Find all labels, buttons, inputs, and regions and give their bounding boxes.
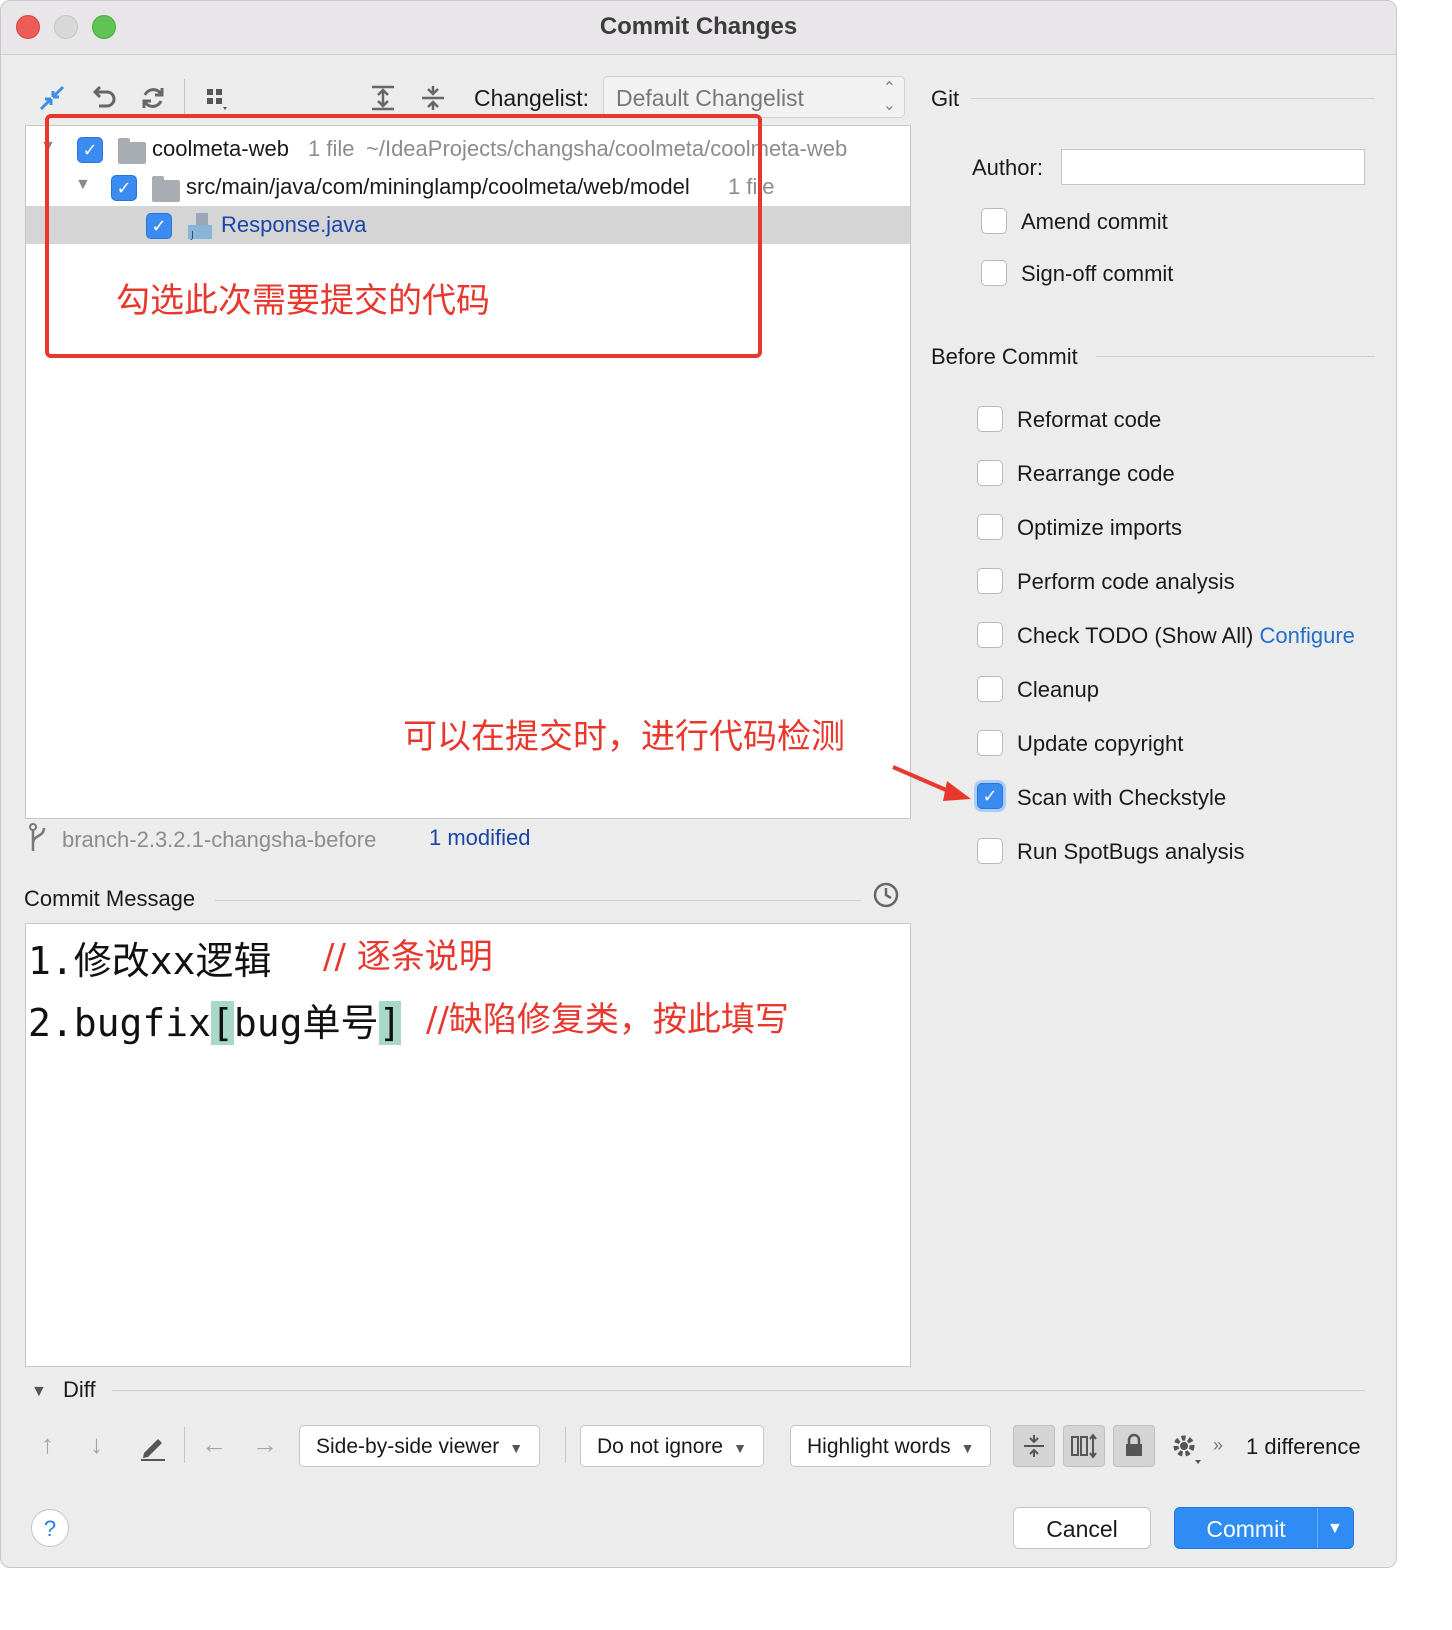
- commit-message-input[interactable]: 1.修改xx逻辑 2.bugfix[bug单号]: [25, 923, 911, 1367]
- line-2-close-bracket: ]: [378, 1001, 402, 1045]
- diff-collapse-triangle-icon[interactable]: ▼: [31, 1383, 47, 1401]
- configure-todo-link[interactable]: Configure: [1260, 623, 1355, 648]
- commit-button[interactable]: Commit ▼: [1174, 1507, 1354, 1549]
- cleanup-label: Cleanup: [1017, 677, 1099, 702]
- window-title: Commit Changes: [599, 13, 798, 40]
- expand-all-icon[interactable]: [366, 81, 400, 115]
- author-label: Author:: [972, 155, 1043, 180]
- cleanup-checkbox[interactable]: [977, 676, 1003, 702]
- reformat-code-checkbox[interactable]: [977, 406, 1003, 432]
- check-todo-label: Check TODO (Show All) Configure: [1017, 623, 1355, 649]
- changelist-dropdown[interactable]: Default Changelist ⌃ ⌄: [603, 76, 905, 118]
- previous-difference-icon[interactable]: ↑: [41, 1429, 54, 1460]
- collapse-unchanged-icon[interactable]: [1013, 1425, 1055, 1467]
- branch-status-row: branch-2.3.2.1-changsha-before 1 modifie…: [25, 821, 911, 857]
- sync-scroll-icon[interactable]: [1063, 1425, 1105, 1467]
- rollback-icon[interactable]: [87, 81, 121, 115]
- commit-message-divider: [215, 900, 861, 901]
- chevron-down-icon: ▼: [733, 1440, 747, 1456]
- annotation-arrow-icon: [892, 765, 971, 801]
- line-2-middle: bug单号: [233, 1001, 379, 1045]
- commit-changes-window: Commit Changes Changelist: Default Chang…: [0, 0, 1397, 1568]
- back-icon[interactable]: ←: [201, 1429, 227, 1460]
- commit-history-clock-icon[interactable]: [872, 881, 900, 909]
- diff-section-title: Diff: [63, 1377, 96, 1402]
- optimize-imports-label: Optimize imports: [1017, 515, 1183, 540]
- commit-button-divider: [1317, 1508, 1318, 1548]
- next-difference-icon[interactable]: ↓: [90, 1429, 103, 1460]
- viewer-mode-dropdown[interactable]: Side-by-side viewer ▼: [299, 1425, 541, 1467]
- more-options-icon[interactable]: »: [1213, 1435, 1223, 1456]
- commit-message-label: Commit Message: [24, 886, 196, 911]
- refresh-icon[interactable]: [136, 81, 170, 115]
- signoff-commit-checkbox[interactable]: [981, 260, 1007, 286]
- line-2-prefix: 2.bugfix: [28, 1001, 212, 1045]
- highlight-mode-dropdown[interactable]: Highlight words ▼: [790, 1425, 992, 1467]
- gear-icon[interactable]: [1169, 1431, 1203, 1465]
- modified-count-link[interactable]: 1 modified: [429, 825, 531, 851]
- optimize-imports-checkbox[interactable]: [977, 514, 1003, 540]
- annotation-code-check: 可以在提交时，进行代码检测: [403, 717, 845, 757]
- changelist-label: Changelist:: [474, 85, 590, 111]
- diff-toolbar-separator: [565, 1427, 566, 1463]
- line-2-open-bracket: [: [211, 1001, 234, 1045]
- highlight-mode-value: Highlight words: [807, 1435, 951, 1458]
- lock-icon[interactable]: [1113, 1425, 1155, 1467]
- show-diff-icon[interactable]: [35, 81, 69, 115]
- group-by-icon[interactable]: [199, 81, 233, 115]
- difference-count: 1 difference: [1246, 1434, 1361, 1459]
- collapse-all-icon[interactable]: [416, 81, 450, 115]
- chevron-down-icon: ▼: [960, 1440, 975, 1456]
- edit-source-icon[interactable]: [138, 1431, 168, 1461]
- select-arrows-icon: ⌃ ⌄: [882, 80, 896, 114]
- diff-toolbar-separator: [184, 1427, 185, 1463]
- run-spotbugs-checkbox[interactable]: [977, 838, 1003, 864]
- commit-button-label: Commit: [1206, 1516, 1286, 1542]
- rearrange-code-checkbox[interactable]: [977, 460, 1003, 486]
- line-1-text: 1.修改xx逻辑: [28, 939, 272, 983]
- git-section-divider: [971, 98, 1375, 99]
- annotation-message-note-2: //缺陷修复类，按此填写: [426, 1000, 789, 1040]
- perform-code-analysis-checkbox[interactable]: [977, 568, 1003, 594]
- viewer-mode-value: Side-by-side viewer: [316, 1435, 500, 1458]
- perform-code-analysis-label: Perform code analysis: [1017, 569, 1235, 594]
- scan-checkstyle-checkbox[interactable]: ✓: [977, 783, 1003, 809]
- before-commit-divider: [1096, 356, 1375, 357]
- annotation-select-code: 勾选此次需要提交的代码: [116, 281, 490, 321]
- author-input[interactable]: [1061, 149, 1365, 185]
- git-section-title: Git: [931, 86, 960, 111]
- commit-options-chevron-icon[interactable]: ▼: [1327, 1520, 1343, 1538]
- branch-icon: [29, 823, 46, 851]
- changelist-value: Default Changelist: [616, 85, 804, 111]
- reformat-code-label: Reformat code: [1017, 407, 1162, 432]
- rearrange-code-label: Rearrange code: [1017, 461, 1175, 486]
- chevron-down-icon: ▼: [509, 1440, 524, 1456]
- toolbar-separator: [184, 79, 185, 115]
- amend-commit-label: Amend commit: [1021, 209, 1168, 234]
- title-bar: Commit Changes: [1, 1, 1396, 55]
- update-copyright-label: Update copyright: [1017, 731, 1184, 756]
- branch-name: branch-2.3.2.1-changsha-before: [62, 827, 377, 852]
- annotation-message-note-1: // 逐条说明: [323, 937, 493, 977]
- amend-commit-checkbox[interactable]: [981, 208, 1007, 234]
- ignore-whitespace-value: Do not ignore: [597, 1435, 724, 1458]
- scan-checkstyle-label: Scan with Checkstyle: [1017, 785, 1227, 810]
- signoff-commit-label: Sign-off commit: [1021, 261, 1174, 286]
- forward-icon[interactable]: →: [252, 1429, 278, 1460]
- commit-message-line-1: 1.修改xx逻辑: [28, 930, 272, 985]
- check-todo-text: Check TODO (Show All): [1017, 623, 1254, 648]
- help-button[interactable]: ?: [31, 1509, 69, 1547]
- commit-message-line-2: 2.bugfix[bug单号]: [28, 992, 402, 1047]
- run-spotbugs-label: Run SpotBugs analysis: [1017, 839, 1245, 864]
- check-todo-checkbox[interactable]: [977, 622, 1003, 648]
- before-commit-section-title: Before Commit: [931, 344, 1078, 369]
- ignore-whitespace-dropdown[interactable]: Do not ignore ▼: [580, 1425, 764, 1467]
- update-copyright-checkbox[interactable]: [977, 730, 1003, 756]
- diff-section-divider: [112, 1390, 1365, 1391]
- cancel-button[interactable]: Cancel: [1013, 1507, 1151, 1549]
